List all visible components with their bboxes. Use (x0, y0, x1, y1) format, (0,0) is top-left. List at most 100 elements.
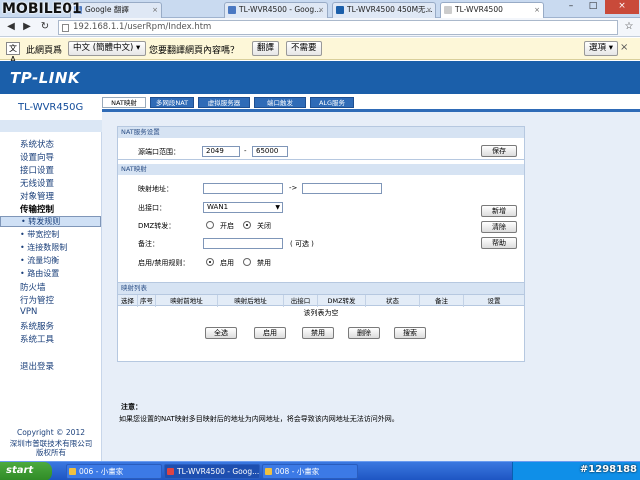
sidebar: 系统状态 设置向导 接口设置 无线设置 对象管理 传输控制 • 转发规则 • 带… (0, 120, 102, 461)
sidebar-item-behavior[interactable]: 行为管控 (20, 294, 54, 306)
copyright: Copyright © 2012 (16, 428, 85, 437)
sidebar-item-logout[interactable]: 退出登录 (20, 360, 54, 372)
col-settings: 设置 (487, 297, 501, 305)
sidebar-item-vpn[interactable]: VPN (20, 307, 37, 317)
dont-translate-button[interactable]: 不需要 (286, 41, 322, 56)
rights-text: 版权所有 (36, 448, 66, 457)
chrome-icon (167, 468, 174, 475)
sidebar-item-transfer-control[interactable]: 传输控制 (20, 203, 54, 215)
tab-google-search[interactable]: TL-WVR4500 - Goog... × (224, 2, 328, 18)
sidebar-item-firewall[interactable]: 防火墙 (20, 281, 46, 293)
sidebar-item-objects[interactable]: 对象管理 (20, 190, 54, 202)
out-interface-label: 出接口： (138, 204, 166, 212)
tab-nat-mapping[interactable]: NAT映射 (102, 97, 146, 108)
tab-product-page[interactable]: TL-WVR4500 450M无... × (332, 2, 436, 18)
note-input[interactable] (203, 238, 283, 249)
tab-router-admin[interactable]: TL-WVR4500 × (440, 2, 544, 19)
close-window-icon[interactable]: × (605, 0, 639, 14)
sidebar-item-conn-limit[interactable]: • 连接数限制 (20, 242, 67, 253)
col-note: 备注 (420, 295, 464, 307)
top-menu: NAT映射 多网段NAT 虚拟服务器 端口触发 ALG服务 (102, 96, 640, 109)
sidebar-item-routing[interactable]: • 路由设置 (20, 268, 59, 279)
delete-button[interactable]: 删除 (348, 327, 380, 339)
out-interface-select[interactable]: WAN1 ▼ (203, 202, 283, 213)
start-button[interactable]: start (0, 462, 52, 480)
arrow-text: -> (289, 184, 298, 192)
router-admin-page: TP-LINK TL-WVR450G NAT映射 多网段NAT 虚拟服务器 端口… (0, 61, 640, 461)
close-tab-icon[interactable]: × (534, 3, 540, 17)
tab-virtual-server[interactable]: 虚拟服务器 (198, 97, 250, 108)
optional-hint: ( 可选 ) (290, 240, 314, 248)
port-to-input[interactable]: 65000 (252, 146, 288, 157)
empty-list-text: 该列表为空 (303, 309, 339, 317)
close-tab-icon[interactable]: × (426, 3, 432, 17)
maximize-icon[interactable]: □ (582, 0, 604, 14)
watermark-id: #1298188 (579, 464, 637, 475)
model-name: TL-WVR450G (18, 102, 84, 113)
tp-link-logo: TP-LINK (10, 69, 81, 87)
sidebar-item-bandwidth[interactable]: • 带宽控制 (20, 229, 59, 240)
sidebar-item-status[interactable]: 系统状态 (20, 138, 54, 150)
rule-enable-radio[interactable] (206, 258, 214, 266)
rule-disable-label: 禁用 (257, 259, 271, 267)
close-tab-icon[interactable]: × (152, 3, 158, 17)
tab-google-translate[interactable]: Google 翻譯 × (70, 2, 162, 18)
url-input[interactable]: 192.168.1.1/userRpm/Index.htm (58, 20, 618, 35)
map-address-to-input[interactable] (302, 183, 382, 194)
sidebar-item-forward-rules[interactable]: • 转发规则 (0, 216, 101, 227)
sidebar-item-wireless[interactable]: 无线设置 (20, 177, 54, 189)
watermark-logo: MOBILE01 (2, 1, 82, 17)
sidebar-item-tools[interactable]: 系统工具 (20, 333, 54, 345)
taskbar-chrome[interactable]: TL-WVR4500 - Goog... (164, 464, 260, 479)
options-button[interactable]: 選項 ▾ (584, 41, 618, 56)
translate-button[interactable]: 翻譯 (252, 41, 280, 56)
page-icon (62, 24, 69, 32)
port-from-input[interactable]: 2049 (202, 146, 240, 157)
nat-service-panel: NAT服务设置 源端口范围： 2049 - 65000 保存 (117, 126, 525, 160)
save-button[interactable]: 保存 (481, 145, 517, 157)
tab-multi-nat[interactable]: 多网段NAT (150, 97, 194, 108)
enable-button[interactable]: 启用 (254, 327, 286, 339)
dmz-on-label: 开启 (220, 222, 234, 230)
note-title: 注意： (121, 403, 142, 411)
paint-icon (69, 468, 76, 475)
disable-button[interactable]: 禁用 (302, 327, 334, 339)
dmz-on-radio[interactable] (206, 221, 214, 229)
note-text: 如果您设置的NAT映射多目映射后的地址为内网地址，将会导致该内网地址无法访问外网… (119, 415, 399, 423)
help-button[interactable]: 帮助 (481, 237, 517, 249)
tab-port-trigger[interactable]: 端口触发 (254, 97, 306, 108)
sidebar-item-wizard[interactable]: 设置向导 (20, 151, 54, 163)
system-tray: #1298188 (512, 462, 640, 480)
back-icon[interactable]: ◀ (4, 21, 18, 34)
col-before: 映射前地址 (156, 295, 218, 307)
language-select[interactable]: 中文 (簡體中文) ▾ (68, 41, 146, 56)
tp-icon (336, 6, 344, 14)
sidebar-item-load-balance[interactable]: • 流量均衡 (20, 255, 59, 266)
clear-button[interactable]: 清除 (481, 221, 517, 233)
close-translate-icon[interactable]: × (620, 42, 628, 53)
dmz-off-radio[interactable] (243, 221, 251, 229)
tab-alg[interactable]: ALG服务 (310, 97, 354, 108)
reload-icon[interactable]: ↻ (38, 21, 52, 34)
sidebar-item-interface[interactable]: 接口设置 (20, 164, 54, 176)
add-button[interactable]: 新增 (481, 205, 517, 217)
bookmark-star-icon[interactable]: ☆ (622, 21, 636, 34)
map-address-from-input[interactable] (203, 183, 283, 194)
taskbar-paint-006[interactable]: 006 - 小畫家 (66, 464, 162, 479)
translate-icon: 文A (6, 42, 20, 64)
note-label: 备注： (138, 240, 159, 248)
sidebar-top-strip (0, 120, 102, 132)
minimize-icon[interactable]: – (560, 0, 582, 14)
search-button[interactable]: 搜索 (394, 327, 426, 339)
sidebar-item-services[interactable]: 系统服务 (20, 320, 54, 332)
forward-icon[interactable]: ▶ (20, 21, 34, 34)
taskbar-paint-008[interactable]: 008 - 小畫家 (262, 464, 358, 479)
close-tab-icon[interactable]: × (318, 3, 324, 17)
taskbar: start 006 - 小畫家 TL-WVR4500 - Goog... 008… (0, 461, 640, 480)
dash-text: - (244, 147, 247, 155)
rule-disable-radio[interactable] (243, 258, 251, 266)
select-all-button[interactable]: 全选 (205, 327, 237, 339)
col-select: 选择 (118, 295, 138, 307)
nat-map-header: NAT映射 (118, 164, 524, 175)
map-address-label: 映射地址： (138, 185, 173, 193)
